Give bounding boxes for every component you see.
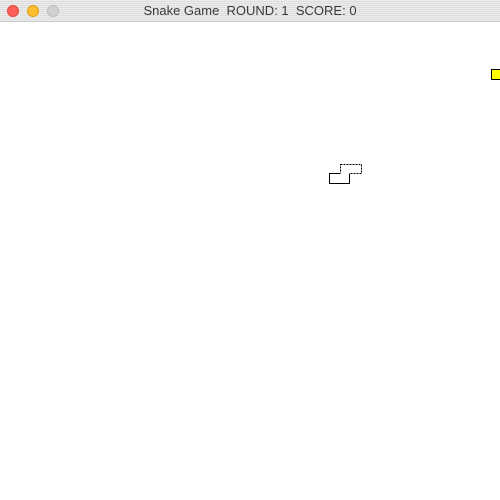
snake bbox=[329, 164, 362, 184]
game-playfield[interactable] bbox=[0, 22, 500, 500]
snake-tail-segment bbox=[329, 173, 350, 184]
window-title: Snake Game ROUND: 1 SCORE: 0 bbox=[143, 3, 357, 18]
food-pellet bbox=[491, 69, 500, 80]
game-window: Snake Game ROUND: 1 SCORE: 0 bbox=[0, 0, 500, 500]
title-bar[interactable]: Snake Game ROUND: 1 SCORE: 0 bbox=[0, 0, 500, 22]
snake-body bbox=[329, 164, 362, 184]
